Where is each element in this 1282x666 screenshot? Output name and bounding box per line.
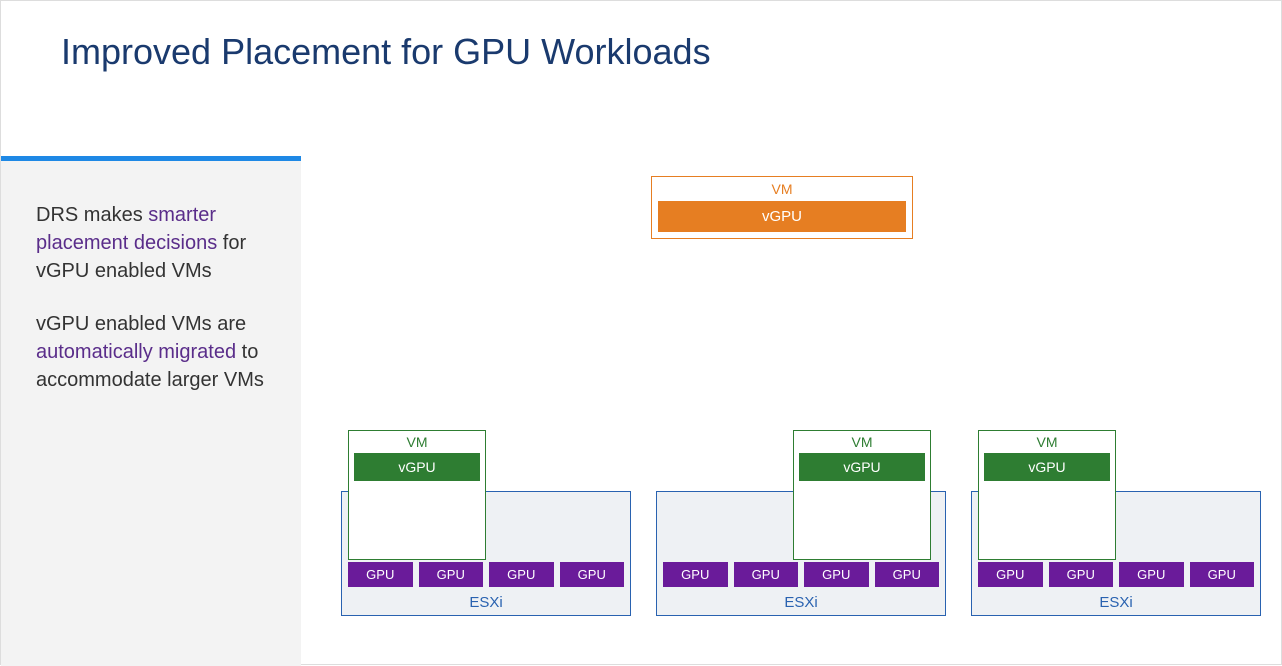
sidebar-panel: DRS makes smarter placement decisions fo… xyxy=(1,156,301,666)
pending-vm-box: VM vGPU xyxy=(651,176,913,239)
vm-label: VM xyxy=(794,431,930,453)
esxi-label: ESXi xyxy=(972,594,1260,611)
gpu-chip: GPU xyxy=(734,562,799,587)
running-vm-box: VM vGPU xyxy=(793,430,931,560)
slide-title: Improved Placement for GPU Workloads xyxy=(1,1,1281,73)
gpu-chip: GPU xyxy=(419,562,484,587)
gpu-row: GPU GPU GPU GPU xyxy=(972,562,1260,587)
gpu-chip: GPU xyxy=(560,562,625,587)
vgpu-label: vGPU xyxy=(354,453,480,481)
gpu-chip: GPU xyxy=(348,562,413,587)
running-vm-box: VM vGPU xyxy=(348,430,486,560)
gpu-chip: GPU xyxy=(804,562,869,587)
gpu-chip: GPU xyxy=(1049,562,1114,587)
text-span: DRS makes xyxy=(36,204,148,226)
text-highlight: automatically migrated xyxy=(36,341,236,363)
text-span: vGPU enabled VMs are xyxy=(36,313,246,335)
esxi-host: VM vGPU GPU GPU GPU GPU ESXi xyxy=(656,491,946,616)
diagram-area: VM vGPU VM vGPU GPU GPU GPU GPU ESXi VM … xyxy=(341,131,1261,631)
esxi-label: ESXi xyxy=(342,594,630,611)
vgpu-label: vGPU xyxy=(799,453,925,481)
gpu-chip: GPU xyxy=(1119,562,1184,587)
running-vm-box: VM vGPU xyxy=(978,430,1116,560)
gpu-chip: GPU xyxy=(489,562,554,587)
esxi-host: VM vGPU GPU GPU GPU GPU ESXi xyxy=(971,491,1261,616)
gpu-chip: GPU xyxy=(875,562,940,587)
sidebar-text-2: vGPU enabled VMs are automatically migra… xyxy=(36,310,276,394)
esxi-label: ESXi xyxy=(657,594,945,611)
esxi-host: VM vGPU GPU GPU GPU GPU ESXi xyxy=(341,491,631,616)
vm-label: VM xyxy=(652,177,912,201)
gpu-chip: GPU xyxy=(663,562,728,587)
gpu-row: GPU GPU GPU GPU xyxy=(657,562,945,587)
vm-label: VM xyxy=(979,431,1115,453)
vm-label: VM xyxy=(349,431,485,453)
hosts-row: VM vGPU GPU GPU GPU GPU ESXi VM vGPU GPU… xyxy=(341,491,1261,616)
sidebar-text-1: DRS makes smarter placement decisions fo… xyxy=(36,201,276,285)
vgpu-label: vGPU xyxy=(658,201,906,232)
gpu-row: GPU GPU GPU GPU xyxy=(342,562,630,587)
gpu-chip: GPU xyxy=(978,562,1043,587)
gpu-chip: GPU xyxy=(1190,562,1255,587)
vgpu-label: vGPU xyxy=(984,453,1110,481)
